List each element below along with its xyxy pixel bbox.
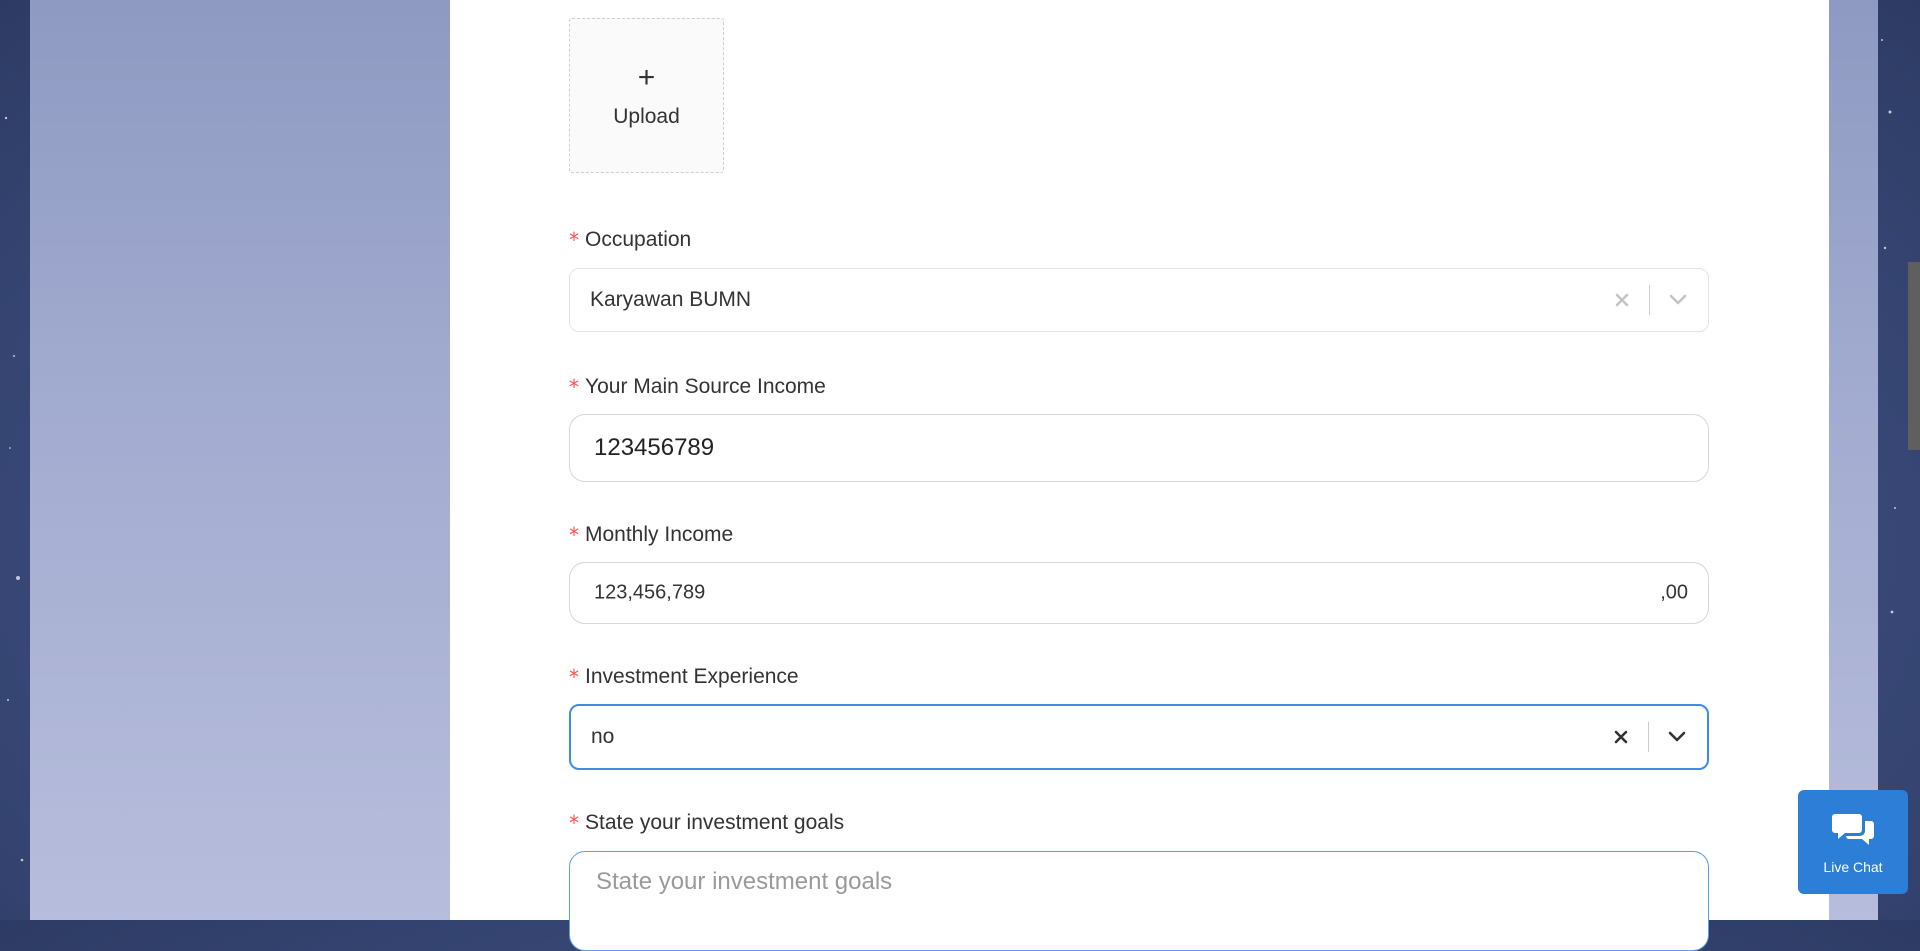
- main-source-income-label: * Your Main Source Income: [569, 375, 826, 399]
- occupation-value: Karyawan BUMN: [590, 288, 752, 311]
- monthly-income-label-text: Monthly Income: [585, 523, 734, 546]
- clear-icon[interactable]: [1608, 286, 1636, 314]
- select-separator: [1649, 285, 1650, 315]
- live-chat-label: Live Chat: [1823, 858, 1883, 875]
- occupation-label: * Occupation: [569, 228, 691, 252]
- monthly-income-input[interactable]: 123,456,789 ,00: [569, 562, 1709, 624]
- investment-goals-label: * State your investment goals: [569, 811, 844, 835]
- investment-experience-value: no: [591, 725, 615, 748]
- required-marker: *: [569, 375, 579, 399]
- required-marker: *: [569, 228, 579, 252]
- monthly-income-label: * Monthly Income: [569, 523, 733, 547]
- investment-goals-textarea[interactable]: [569, 851, 1709, 951]
- chat-bubbles-icon: [1831, 810, 1875, 853]
- chevron-down-icon[interactable]: [1664, 286, 1692, 314]
- clear-icon[interactable]: [1607, 723, 1635, 751]
- investment-experience-label-text: Investment Experience: [585, 665, 799, 688]
- main-source-income-input[interactable]: [569, 414, 1709, 482]
- monthly-income-value: 123,456,789: [594, 581, 706, 604]
- occupation-label-text: Occupation: [585, 228, 692, 251]
- occupation-select[interactable]: Karyawan BUMN: [569, 268, 1709, 332]
- decimal-suffix: ,00: [1660, 581, 1688, 604]
- upload-label: Upload: [613, 104, 680, 128]
- investment-experience-label: * Investment Experience: [569, 665, 799, 689]
- required-marker: *: [569, 523, 579, 547]
- required-marker: *: [569, 811, 579, 835]
- live-chat-button[interactable]: Live Chat: [1798, 790, 1908, 894]
- investment-experience-select[interactable]: no: [569, 704, 1709, 770]
- upload-button[interactable]: + Upload: [569, 18, 724, 173]
- required-marker: *: [569, 665, 579, 689]
- select-separator: [1648, 722, 1649, 752]
- page-scrollbar[interactable]: [1908, 0, 1920, 920]
- chevron-down-icon[interactable]: [1663, 723, 1691, 751]
- plus-icon: +: [637, 60, 656, 94]
- investment-goals-label-text: State your investment goals: [585, 811, 845, 834]
- main-source-income-label-text: Your Main Source Income: [585, 375, 826, 398]
- scrollbar-thumb[interactable]: [1908, 262, 1920, 450]
